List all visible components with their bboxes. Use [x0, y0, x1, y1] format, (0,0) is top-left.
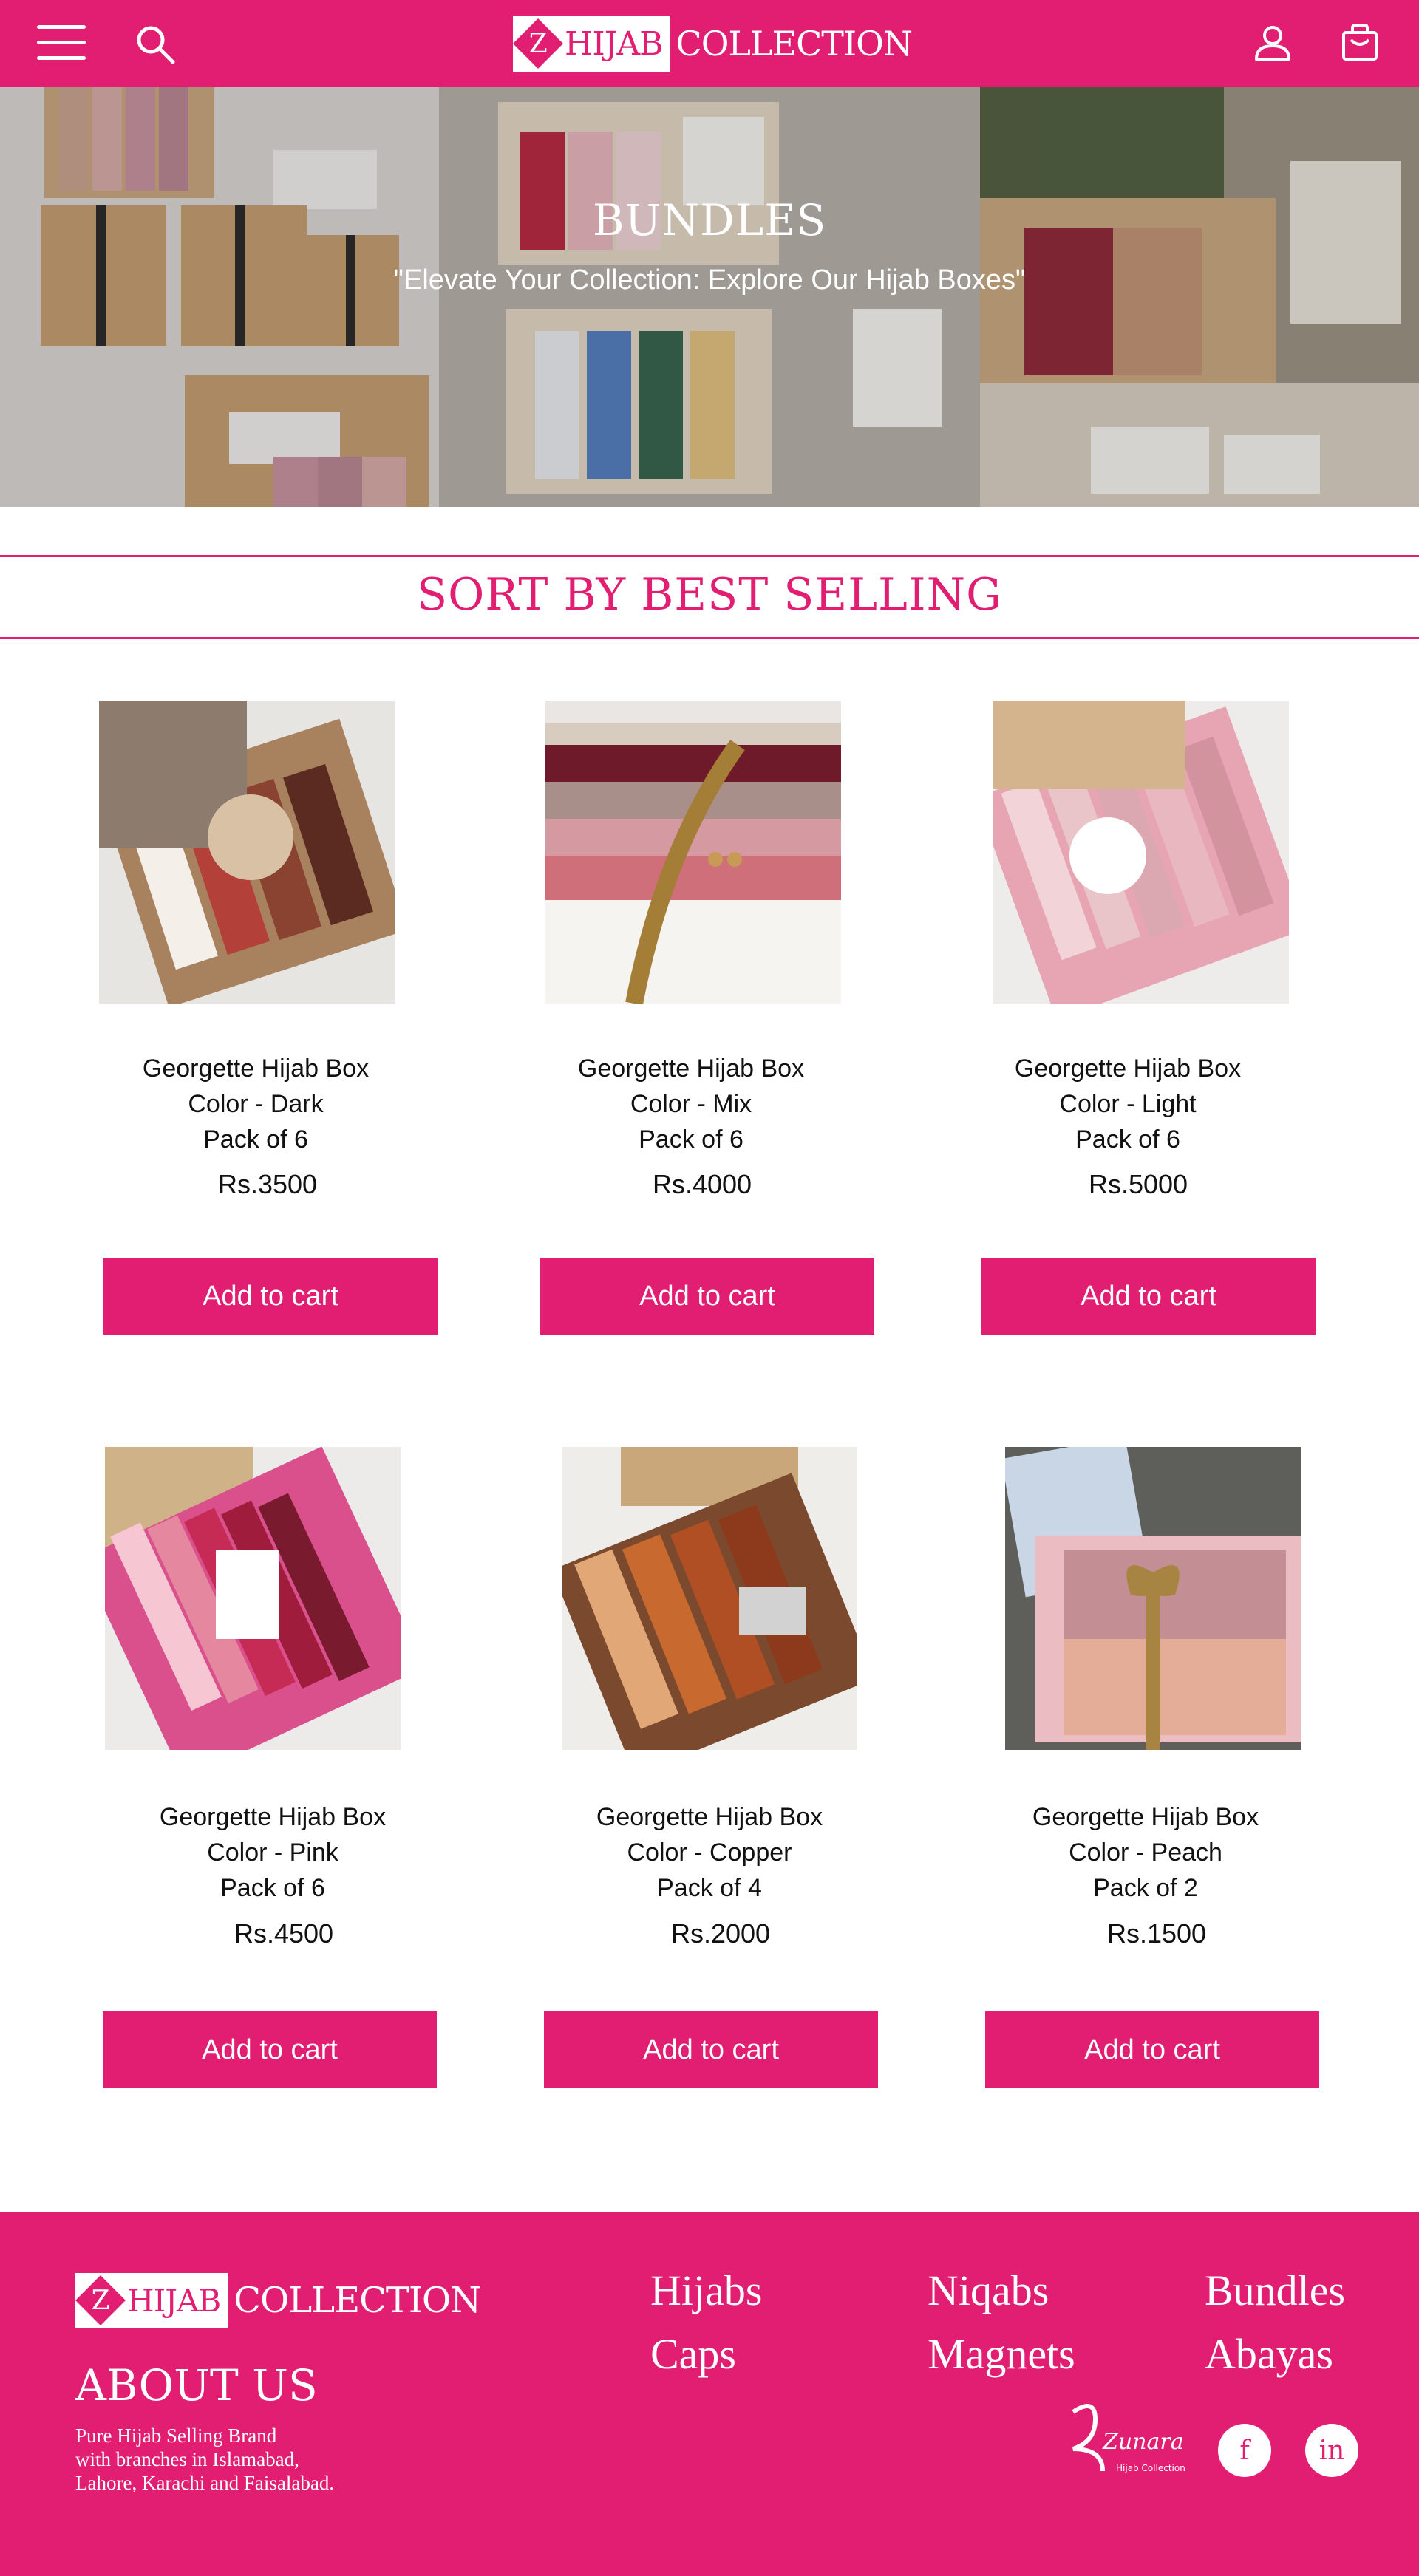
footer-logo-box: Z HIJAB: [75, 2273, 228, 2328]
product-name: Georgette Hijab Box: [1014, 1054, 1242, 1083]
add-to-cart-button[interactable]: Add to cart: [103, 2011, 437, 2088]
site-footer: Z HIJAB COLLECTION ABOUT US Pure Hijab S…: [0, 2212, 1419, 2576]
footer-link-abayas[interactable]: Abayas: [1205, 2329, 1333, 2379]
product-pack: Pack of 6: [203, 1125, 308, 1154]
product-title: Georgette Hijab Box Color - Peach Pack o…: [976, 1799, 1316, 1906]
sort-divider-bottom: [0, 637, 1419, 639]
site-header: Z HIJAB COLLECTION: [0, 0, 1419, 87]
product-name: Georgette Hijab Box: [1032, 1803, 1259, 1831]
product-price: Rs.4000: [652, 1169, 752, 1199]
product-color: Color - Dark: [188, 1090, 324, 1118]
footer-logo-text: COLLECTION: [234, 2280, 481, 2321]
footer-logo[interactable]: Z HIJAB COLLECTION: [75, 2273, 481, 2328]
add-to-cart-button[interactable]: Add to cart: [103, 1258, 438, 1335]
about-line: with branches in Islamabad,: [75, 2448, 299, 2470]
product-name: Georgette Hijab Box: [577, 1054, 805, 1083]
product-image[interactable]: [99, 701, 395, 1004]
product-image[interactable]: [993, 701, 1289, 1004]
logo-z-mark: Z: [513, 18, 563, 69]
product-price: Rs.3500: [217, 1169, 318, 1199]
product-color: Color - Copper: [627, 1839, 792, 1867]
logo-text: COLLECTION: [676, 24, 913, 64]
product-image[interactable]: [545, 701, 841, 1004]
product-pack: Pack of 2: [1093, 1874, 1198, 1902]
product-pack: Pack of 6: [1075, 1125, 1180, 1154]
product-image[interactable]: [562, 1447, 857, 1750]
facebook-icon[interactable]: f: [1218, 2424, 1271, 2477]
user-icon[interactable]: [1250, 21, 1295, 65]
product-image[interactable]: [1005, 1447, 1301, 1750]
footer-logo-box-text: HIJAB: [127, 2282, 221, 2319]
product-image[interactable]: [105, 1447, 401, 1750]
svg-text:Zunara: Zunara: [1102, 2429, 1184, 2455]
product-pack: Pack of 4: [657, 1874, 762, 1902]
product-title: Georgette Hijab Box Color - Pink Pack of…: [103, 1799, 443, 1906]
about-line: Lahore, Karachi and Faisalabad.: [75, 2472, 335, 2494]
footer-link-niqabs[interactable]: Niqabs: [928, 2266, 1049, 2315]
product-name: Georgette Hijab Box: [142, 1054, 370, 1083]
product-color: Color - Light: [1059, 1090, 1197, 1118]
product-color: Color - Pink: [207, 1839, 338, 1867]
hero-overlay: [0, 87, 1419, 507]
product-pack: Pack of 6: [220, 1874, 325, 1902]
hero-banner: BUNDLES "Elevate Your Collection: Explor…: [0, 87, 1419, 507]
product-name: Georgette Hijab Box: [159, 1803, 387, 1831]
product-name: Georgette Hijab Box: [596, 1803, 823, 1831]
search-icon[interactable]: [133, 22, 177, 67]
hero-title: BUNDLES: [592, 195, 827, 245]
hamburger-menu-icon[interactable]: [37, 24, 86, 62]
footer-link-caps[interactable]: Caps: [650, 2329, 736, 2379]
zunara-logo[interactable]: Zunara Hijab Collection: [1058, 2397, 1190, 2483]
product-price: Rs.1500: [1106, 1918, 1207, 1949]
about-line: Pure Hijab Selling Brand: [75, 2425, 277, 2447]
logo-box: Z HIJAB: [513, 16, 670, 72]
product-title: Georgette Hijab Box Color - Mix Pack of …: [521, 1051, 861, 1157]
product-pack: Pack of 6: [639, 1125, 743, 1154]
sort-title[interactable]: SORT BY BEST SELLING: [0, 569, 1419, 621]
svg-text:Hijab Collection: Hijab Collection: [1116, 2463, 1185, 2473]
about-us-title: ABOUT US: [75, 2360, 318, 2410]
product-title: Georgette Hijab Box Color - Copper Pack …: [540, 1799, 879, 1906]
add-to-cart-button[interactable]: Add to cart: [540, 1258, 874, 1335]
footer-link-magnets[interactable]: Magnets: [928, 2329, 1075, 2379]
site-logo[interactable]: Z HIJAB COLLECTION: [513, 15, 913, 72]
shopping-bag-icon[interactable]: [1338, 21, 1382, 65]
footer-link-hijabs[interactable]: Hijabs: [650, 2266, 762, 2315]
sort-divider-top: [0, 555, 1419, 557]
product-price: Rs.4500: [234, 1918, 334, 1949]
add-to-cart-button[interactable]: Add to cart: [985, 2011, 1319, 2088]
linkedin-icon[interactable]: in: [1305, 2424, 1358, 2477]
hero-subtitle: "Elevate Your Collection: Explore Our Hi…: [393, 265, 1026, 296]
about-us-text: Pure Hijab Selling Brand with branches i…: [75, 2424, 401, 2495]
add-to-cart-button[interactable]: Add to cart: [544, 2011, 878, 2088]
product-price: Rs.2000: [670, 1918, 771, 1949]
product-title: Georgette Hijab Box Color - Light Pack o…: [958, 1051, 1298, 1157]
product-color: Color - Mix: [630, 1090, 752, 1118]
add-to-cart-button[interactable]: Add to cart: [981, 1258, 1316, 1335]
footer-link-bundles[interactable]: Bundles: [1205, 2266, 1345, 2315]
logo-box-text: HIJAB: [565, 24, 663, 63]
footer-logo-z-mark: Z: [75, 2275, 126, 2325]
product-price: Rs.5000: [1088, 1169, 1188, 1199]
product-color: Color - Peach: [1069, 1839, 1222, 1867]
product-title: Georgette Hijab Box Color - Dark Pack of…: [86, 1051, 426, 1157]
